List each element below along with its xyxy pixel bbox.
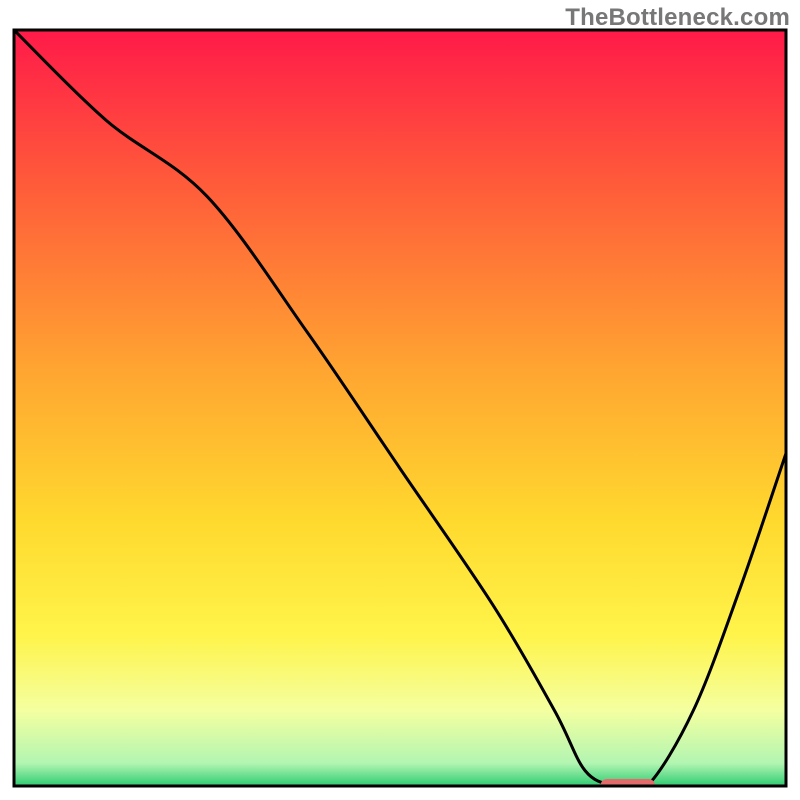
plot-background [14, 30, 786, 786]
watermark-label: TheBottleneck.com [565, 4, 790, 32]
bottleneck-chart [0, 0, 800, 800]
chart-stage: TheBottleneck.com [0, 0, 800, 800]
